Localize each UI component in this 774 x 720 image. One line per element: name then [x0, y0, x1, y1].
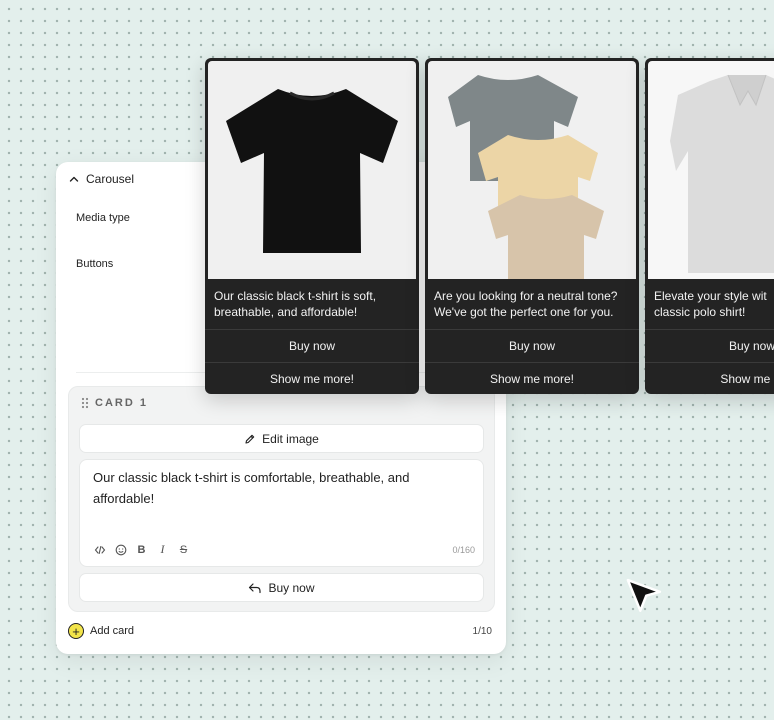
italic-icon[interactable]: I — [156, 542, 169, 556]
card-count: 1/10 — [472, 626, 492, 637]
add-card-label: Add card — [90, 625, 135, 637]
card-editor: CARD 1 Edit image Our classic black t-sh… — [68, 386, 495, 612]
black-tshirt-image — [208, 61, 416, 279]
section-title: Carousel — [86, 172, 135, 186]
message-text[interactable]: Our classic black t-shirt is comfortable… — [93, 467, 463, 509]
card-header: CARD 1 — [81, 397, 148, 409]
formatting-toolbar: B I S — [93, 542, 190, 556]
buy-now-button[interactable]: Buy now — [205, 329, 419, 362]
buttons-label: Buttons — [76, 258, 114, 270]
show-more-button[interactable]: Show me m — [645, 362, 774, 394]
char-counter: 0/160 — [452, 545, 475, 555]
show-more-button[interactable]: Show me more! — [205, 362, 419, 394]
preview-card-3[interactable]: Elevate your style wit classic polo shir… — [645, 58, 774, 394]
carousel-section-header[interactable]: Carousel — [68, 172, 134, 186]
strikethrough-icon[interactable]: S — [177, 543, 190, 556]
buy-now-button[interactable]: Buy now — [425, 329, 639, 362]
preview-card-2[interactable]: Are you looking for a neutral tone? We'v… — [425, 58, 639, 394]
code-icon[interactable] — [93, 543, 106, 556]
drag-handle-icon[interactable] — [81, 397, 89, 409]
pencil-icon — [245, 434, 255, 444]
bold-icon[interactable]: B — [135, 543, 148, 556]
canvas: Carousel Media type Buttons CARD 1 Edit … — [0, 0, 774, 720]
chevron-up-icon — [69, 176, 79, 182]
buy-now-button[interactable]: Buy now — [645, 329, 774, 362]
preview-card-1[interactable]: Our classic black t-shirt is soft, breat… — [205, 58, 419, 394]
card-title: CARD 1 — [95, 397, 148, 409]
message-editor[interactable]: Our classic black t-shirt is comfortable… — [79, 459, 484, 567]
media-type-label: Media type — [76, 212, 130, 224]
reply-button-label: Buy now — [268, 580, 315, 595]
card-description: Are you looking for a neutral tone? We'v… — [434, 289, 618, 319]
neutral-tshirts-image — [428, 61, 636, 279]
card-description: Elevate your style wit classic polo shir… — [654, 289, 767, 319]
plus-icon: + — [68, 623, 84, 639]
edit-image-label: Edit image — [262, 431, 319, 446]
edit-image-button[interactable]: Edit image — [79, 424, 484, 453]
buy-now-reply-button[interactable]: Buy now — [79, 573, 484, 602]
card-description: Our classic black t-shirt is soft, breat… — [214, 289, 377, 319]
show-more-button[interactable]: Show me more! — [425, 362, 639, 394]
reply-icon — [249, 582, 262, 593]
emoji-icon[interactable] — [114, 543, 127, 556]
add-card-button[interactable]: + Add card — [68, 623, 134, 639]
mouse-pointer-icon — [626, 578, 662, 612]
white-polo-image — [648, 61, 774, 279]
